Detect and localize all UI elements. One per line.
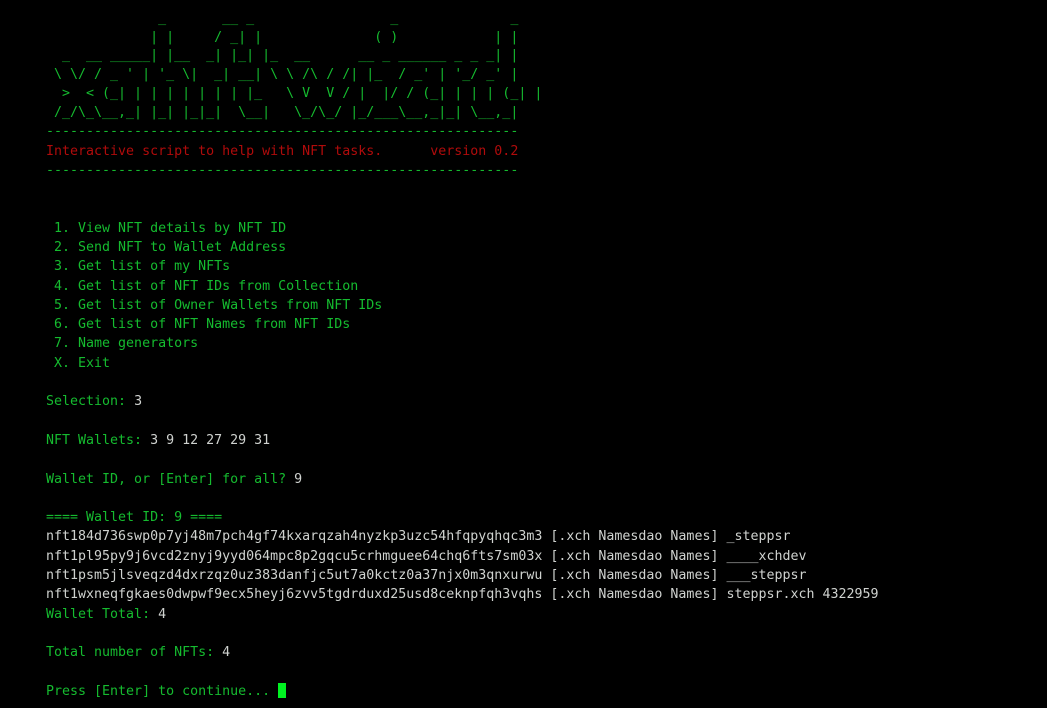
- menu-item-6[interactable]: 6. Get list of NFT Names from NFT IDs: [0, 315, 1047, 334]
- nft-list-row: nft1pl95py9j6vcd2znyj9yyd064mpc8p2gqcu5c…: [46, 548, 807, 564]
- nft-list-row: nft1wxneqfgkaes0dwpwf9ecx5heyj6zvv5tgdrd…: [46, 587, 879, 603]
- wallet-id-prompt-value: 9: [294, 471, 303, 487]
- total-nfts-line: Total number of NFTs: 4: [0, 643, 1047, 662]
- total-nfts-value: 4: [222, 645, 231, 661]
- nft-wallets-value: 3 9 12 27 29 31: [150, 432, 271, 448]
- menu-item-5[interactable]: 5. Get list of Owner Wallets from NFT ID…: [0, 296, 1047, 315]
- wallet-id-prompt-line[interactable]: Wallet ID, or [Enter] for all? 9: [0, 470, 1047, 489]
- separator-top: ----------------------------------------…: [46, 124, 519, 140]
- selection-value: 3: [134, 394, 143, 410]
- tagline: Interactive script to help with NFT task…: [46, 143, 519, 159]
- menu-item-1[interactable]: 1. View NFT details by NFT ID: [0, 219, 1047, 238]
- continue-prompt-line[interactable]: Press [Enter] to continue...: [0, 682, 1047, 701]
- nft-wallets-line: NFT Wallets: 3 9 12 27 29 31: [0, 431, 1047, 450]
- ascii-art-banner: _ __ _ _ _ | | / _| | ( ) | | _ __ _____…: [0, 10, 1047, 122]
- separator-bottom: ----------------------------------------…: [46, 162, 519, 178]
- wallet-total-label: Wallet Total:: [46, 606, 159, 622]
- menu-item-4[interactable]: 4. Get list of NFT IDs from Collection: [0, 277, 1047, 296]
- continue-prompt-text: Press [Enter] to continue...: [46, 683, 279, 699]
- banner-line-1: _ __ _ _ _: [46, 11, 527, 26]
- wallet-total-line: Wallet Total: 4: [0, 605, 1047, 624]
- banner-line-2: | | / _| | ( ) | |: [46, 29, 519, 45]
- banner-line-4: \ \/ / _ ' | '_ \| _| __| \ \ /\ / /| |_…: [46, 67, 519, 83]
- total-nfts-label: Total number of NFTs:: [46, 645, 223, 661]
- text-cursor[interactable]: [278, 682, 287, 698]
- nft-wallets-label: NFT Wallets:: [46, 432, 151, 448]
- nft-list-row: nft184d736swp0p7yj48m7pch4gf74kxarqzah4n…: [46, 529, 791, 545]
- wallet-id-header: ==== Wallet ID: 9 ====: [46, 510, 223, 526]
- menu-item-2[interactable]: 2. Send NFT to Wallet Address: [0, 238, 1047, 257]
- nft-list-row: nft1psm5jlsveqzd4dxrzqz0uz383danfjc5ut7a…: [46, 568, 807, 584]
- terminal-window[interactable]: _ __ _ _ _ | | / _| | ( ) | | _ __ _____…: [0, 0, 1047, 708]
- menu-item-exit[interactable]: X. Exit: [0, 354, 1047, 373]
- wallet-total-value: 4: [158, 606, 167, 622]
- banner-line-3: _ __ _____| |__ _| |_| |_ __ __ _ ______…: [46, 48, 519, 64]
- banner-line-6: /_/\_\__,_| |_| |_|_| \__| \_/\_/ |_/___…: [46, 104, 519, 120]
- wallet-id-prompt-label: Wallet ID, or [Enter] for all?: [46, 471, 295, 487]
- selection-prompt: Selection:: [46, 394, 135, 410]
- selection-line: Selection: 3: [0, 392, 1047, 411]
- menu-item-3[interactable]: 3. Get list of my NFTs: [0, 257, 1047, 276]
- banner-line-5: > < (_| | | | | | | | |_ \ V V / | |/ / …: [46, 85, 543, 101]
- menu-item-7[interactable]: 7. Name generators: [0, 334, 1047, 353]
